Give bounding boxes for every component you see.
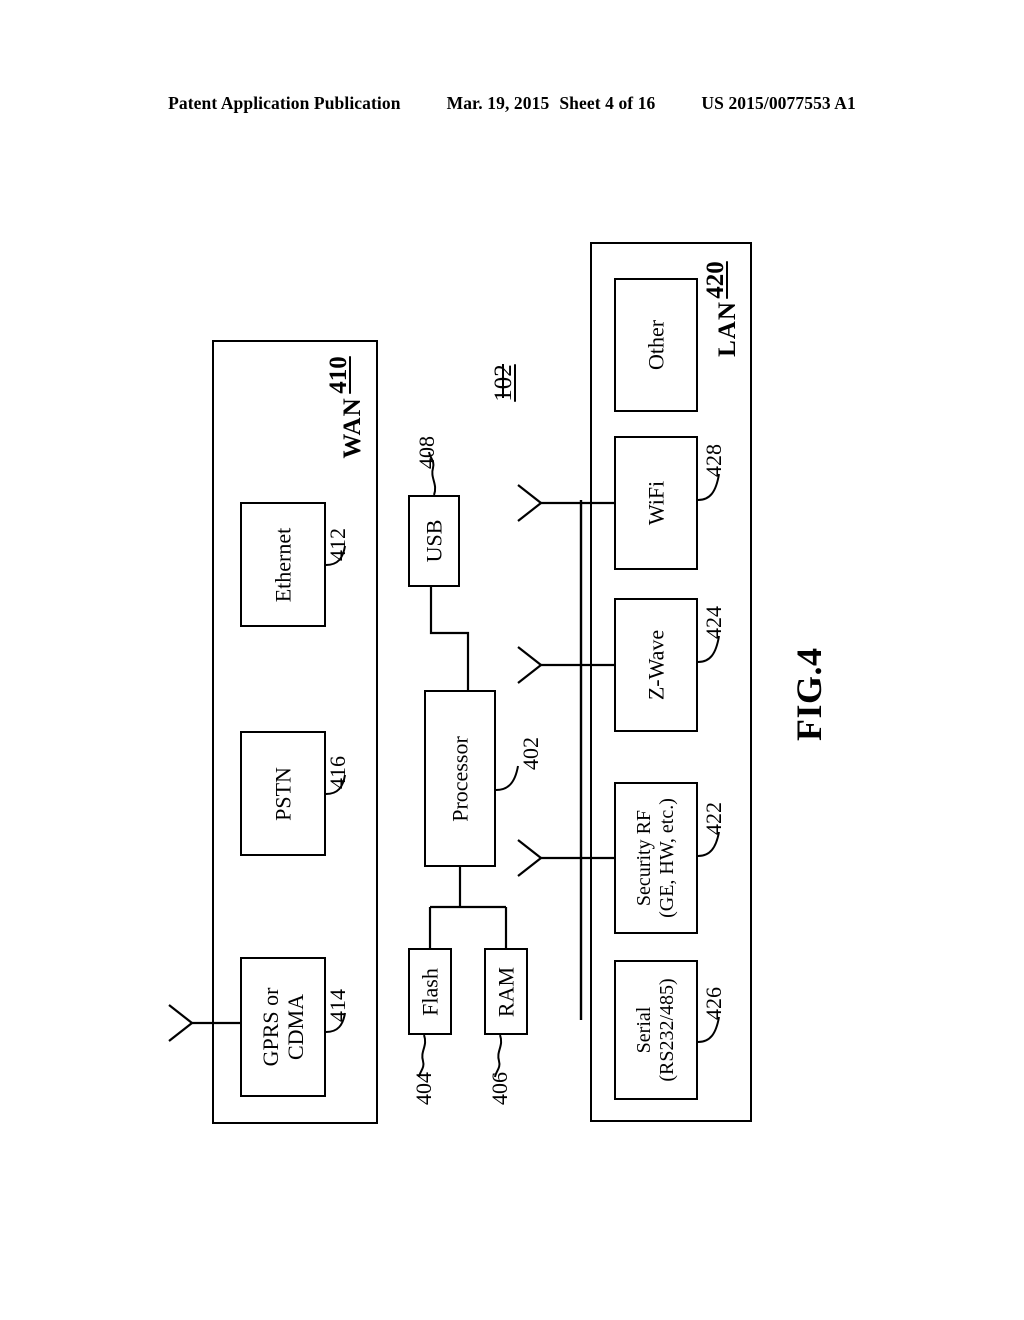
core-block-processor-label: Processor — [447, 735, 473, 822]
wan-group-ref: 410 — [325, 356, 352, 394]
lan-block-security-rf-label: Security RF (GE, HW, etc.) — [633, 798, 679, 918]
antenna-icon-security-rf-upper — [517, 839, 542, 859]
wan-block-pstn-ref: 416 — [325, 756, 350, 789]
diagram-connectors — [168, 364, 720, 1078]
lan-block-zwave: Z-Wave — [614, 598, 698, 732]
figure-label: FIG.4 — [789, 647, 829, 741]
wan-block-gprs-cdma-ref: 414 — [325, 989, 350, 1022]
lan-block-wifi-ref: 428 — [701, 444, 726, 477]
lan-block-zwave-ref: 424 — [701, 606, 726, 639]
system-ref-102: 102 — [490, 364, 517, 402]
core-block-flash-ref: 404 — [411, 1072, 436, 1105]
lan-block-security-rf-label-line2: (GE, HW, etc.) — [656, 798, 678, 918]
core-block-ram-ref: 406 — [487, 1072, 512, 1105]
antenna-icon-gprs-upper — [168, 1004, 193, 1024]
lan-block-security-rf-label-line1: Security RF — [633, 809, 656, 907]
wire-usb-processor — [429, 587, 470, 690]
figure-4-diagram: WAN 410 Ethernet 412 PSTN 416 GPRS or CD… — [0, 0, 1024, 1320]
lan-block-other: Other — [614, 278, 698, 412]
wan-block-pstn-label: PSTN — [270, 766, 296, 821]
wan-block-gprs-cdma-label-line1: GPRS or — [257, 987, 283, 1067]
wan-block-gprs-cdma-label: GPRS or CDMA — [258, 988, 308, 1067]
core-block-usb-ref: 408 — [414, 436, 439, 469]
wan-block-pstn: PSTN — [240, 731, 326, 856]
lan-block-security-rf-ref: 422 — [701, 802, 726, 835]
leader-402 — [495, 765, 519, 791]
lan-block-other-label: Other — [643, 319, 669, 371]
core-block-flash: Flash — [408, 948, 452, 1035]
core-block-ram-label: RAM — [493, 966, 519, 1017]
lan-block-serial-label-line1: Serial — [633, 1006, 656, 1054]
lan-block-serial: Serial (RS232/485) — [614, 960, 698, 1100]
wan-block-ethernet: Ethernet — [240, 502, 326, 627]
antenna-icon-zwave-upper — [517, 646, 542, 666]
wan-block-ethernet-ref: 412 — [325, 528, 350, 561]
core-block-usb: USB — [408, 495, 460, 587]
antenna-icon-gprs-lower — [168, 1022, 193, 1042]
wan-block-gprs-cdma: GPRS or CDMA — [240, 957, 326, 1097]
core-block-flash-label: Flash — [417, 967, 443, 1016]
lan-group-ref: 420 — [702, 261, 729, 299]
core-block-processor-ref: 402 — [518, 737, 543, 770]
antenna-icon-wifi-upper — [517, 484, 542, 504]
core-block-processor: Processor — [424, 690, 496, 867]
lan-block-security-rf: Security RF (GE, HW, etc.) — [614, 782, 698, 934]
core-block-usb-label: USB — [421, 519, 447, 563]
core-block-ram: RAM — [484, 948, 528, 1035]
lan-block-zwave-label: Z-Wave — [643, 629, 669, 701]
lan-block-serial-label-line2: (RS232/485) — [656, 978, 678, 1082]
lan-block-wifi: WiFi — [614, 436, 698, 570]
antenna-icon-security-rf-lower — [517, 857, 542, 877]
lan-block-serial-label: Serial (RS232/485) — [633, 978, 679, 1081]
lan-block-wifi-label: WiFi — [643, 480, 669, 526]
antenna-icon-zwave-lower — [517, 664, 542, 684]
wan-block-ethernet-label: Ethernet — [270, 527, 296, 602]
lan-block-serial-ref: 426 — [701, 987, 726, 1020]
antenna-icon-wifi-lower — [517, 502, 542, 522]
wan-block-gprs-cdma-label-line2: CDMA — [283, 993, 308, 1061]
